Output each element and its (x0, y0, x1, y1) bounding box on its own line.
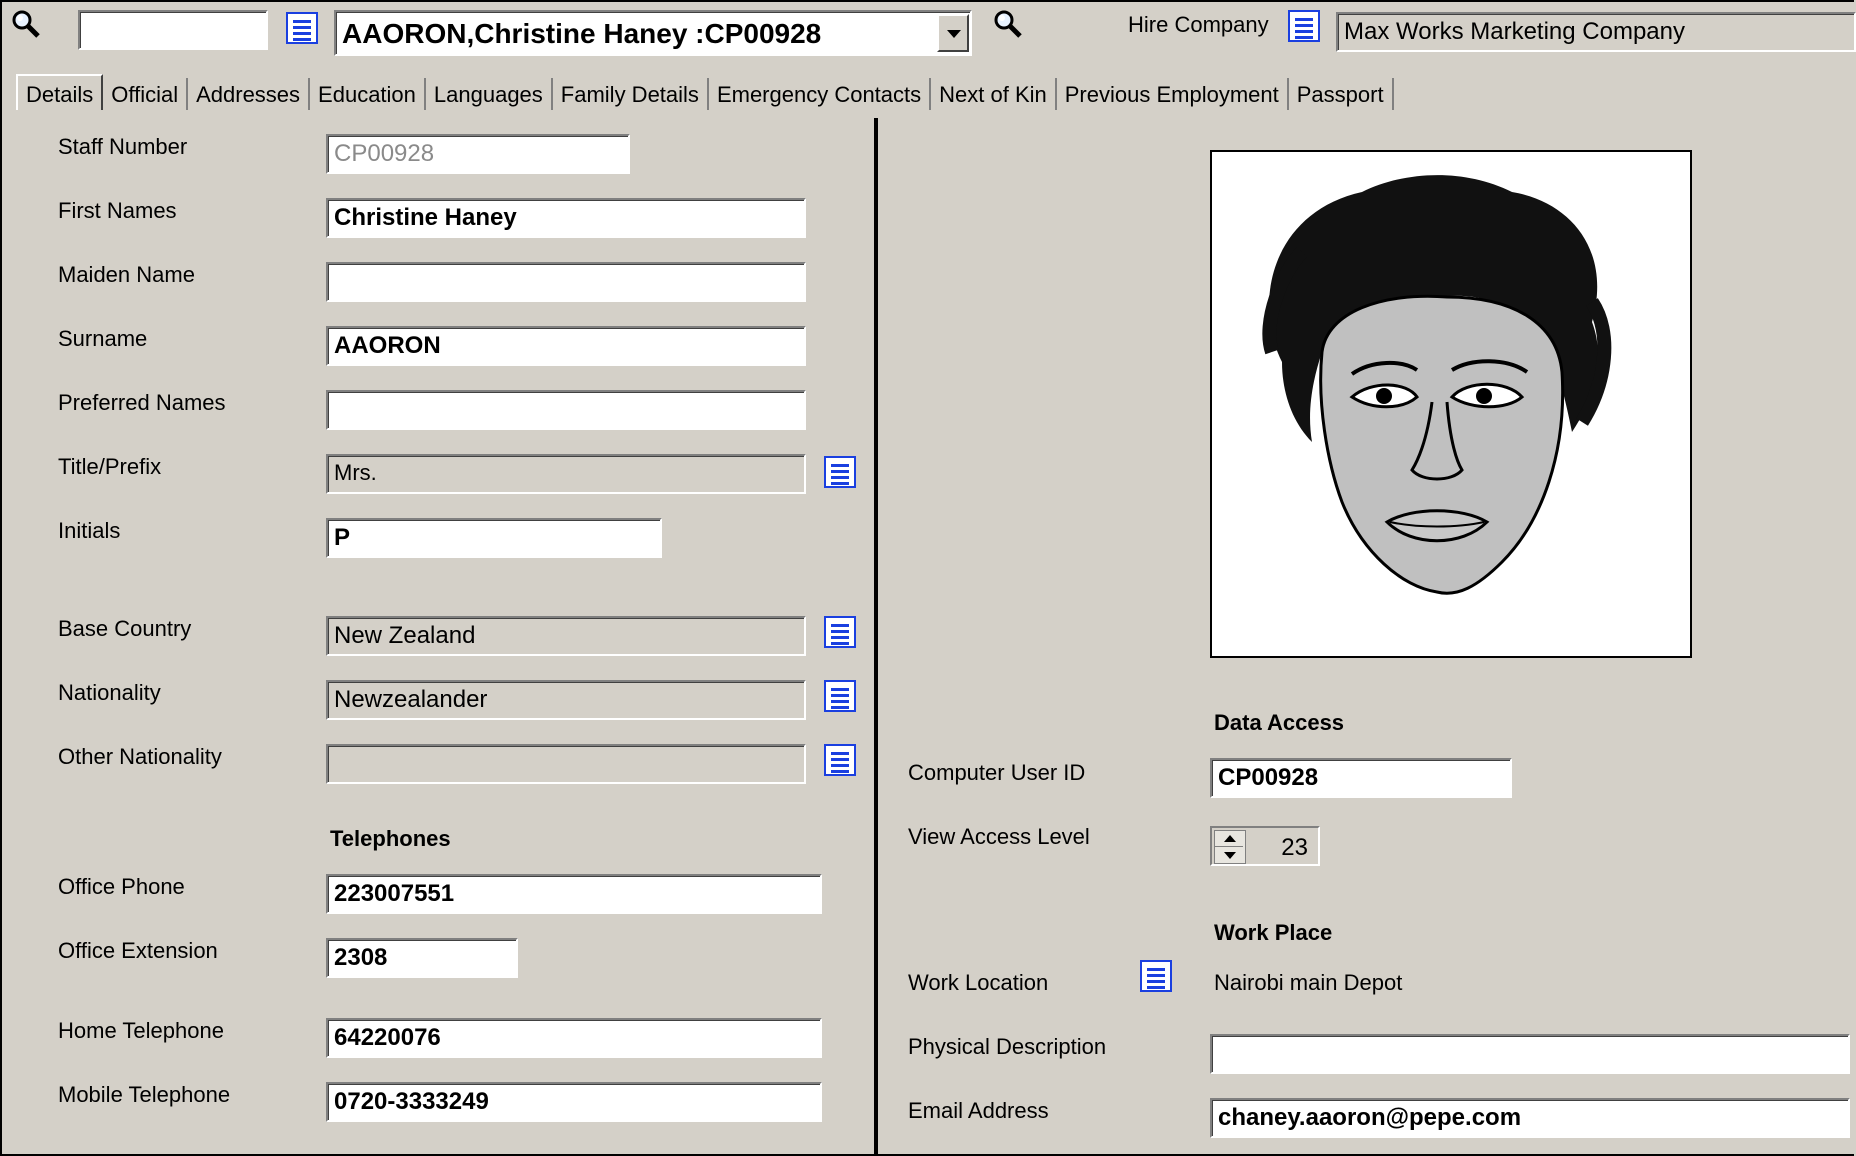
employee-photo[interactable] (1210, 150, 1692, 658)
maiden-name-label: Maiden Name (58, 262, 195, 287)
list-lookup-icon[interactable] (824, 456, 856, 488)
view-access-level-spinner[interactable]: 23 (1210, 826, 1320, 866)
email-address-label: Email Address (908, 1098, 1049, 1123)
computer-user-id-label: Computer User ID (908, 760, 1086, 785)
nationality-label: Nationality (58, 680, 161, 705)
tab-bar: Details Official Addresses Education Lan… (16, 74, 1394, 114)
work-location-label: Work Location (908, 970, 1049, 995)
base-country-field[interactable]: New Zealand (326, 616, 806, 656)
physical-description-field[interactable] (1210, 1034, 1850, 1074)
office-phone-label: Office Phone (58, 874, 185, 899)
office-phone-field[interactable]: 223007551 (326, 874, 822, 914)
surname-label: Surname (58, 326, 148, 351)
nationality-field[interactable]: Newzealander (326, 680, 806, 720)
spin-down-icon[interactable] (1224, 852, 1236, 859)
maiden-name-field[interactable] (326, 262, 806, 302)
search-icon[interactable] (10, 8, 42, 40)
first-names-field[interactable]: Christine Haney (326, 198, 806, 238)
tab-details[interactable]: Details (16, 74, 104, 110)
list-lookup-icon[interactable] (824, 680, 856, 712)
tab-education[interactable]: Education (310, 78, 426, 110)
list-lookup-icon[interactable] (824, 616, 856, 648)
base-country-label: Base Country (58, 616, 192, 641)
staff-number-field: CP00928 (326, 134, 630, 174)
email-address-field[interactable]: chaney.aaoron@pepe.com (1210, 1098, 1850, 1138)
tab-emergency-contacts[interactable]: Emergency Contacts (709, 78, 932, 110)
work-place-heading: Work Place (1214, 920, 1333, 945)
physical-description-label: Physical Description (908, 1034, 1107, 1059)
list-lookup-icon[interactable] (286, 12, 318, 44)
mobile-telephone-label: Mobile Telephone (58, 1082, 231, 1107)
tab-family-details[interactable]: Family Details (553, 78, 709, 110)
other-nationality-field[interactable] (326, 744, 806, 784)
surname-field[interactable]: AAORON (326, 326, 806, 366)
chevron-down-icon (947, 30, 961, 38)
staff-number-label: Staff Number (58, 134, 188, 159)
tab-next-of-kin[interactable]: Next of Kin (931, 78, 1057, 110)
employee-dropdown-button[interactable] (937, 14, 969, 52)
hire-company-field[interactable]: Max Works Marketing Company (1336, 12, 1856, 52)
preferred-names-label: Preferred Names (58, 390, 226, 415)
initials-field[interactable]: P (326, 518, 662, 558)
first-names-label: First Names (58, 198, 177, 223)
quick-search-input[interactable] (78, 10, 268, 50)
face-sketch (1262, 175, 1612, 595)
work-location-value: Nairobi main Depot (1214, 970, 1403, 995)
title-prefix-label: Title/Prefix (58, 454, 162, 479)
tab-official[interactable]: Official (103, 78, 189, 110)
list-lookup-icon[interactable] (824, 744, 856, 776)
tab-passport[interactable]: Passport (1289, 78, 1394, 110)
title-prefix-field[interactable]: Mrs. (326, 454, 806, 494)
tab-previous-employment[interactable]: Previous Employment (1057, 78, 1289, 110)
tab-addresses[interactable]: Addresses (188, 78, 311, 110)
spin-up-icon[interactable] (1224, 835, 1236, 842)
other-nationality-label: Other Nationality (58, 744, 222, 769)
home-telephone-field[interactable]: 64220076 (326, 1018, 822, 1058)
office-extension-label: Office Extension (58, 938, 218, 963)
preferred-names-field[interactable] (326, 390, 806, 430)
initials-label: Initials (58, 518, 121, 543)
list-lookup-icon[interactable] (1140, 960, 1172, 992)
telephones-heading: Telephones (330, 826, 451, 851)
spinner-buttons[interactable] (1214, 830, 1246, 864)
hire-company-label: Hire Company (1128, 12, 1269, 37)
employee-selector[interactable]: AAORON,Christine Haney :CP00928 (334, 10, 972, 56)
tab-languages[interactable]: Languages (426, 78, 553, 110)
view-access-level-value: 23 (1281, 834, 1308, 861)
search-icon[interactable] (992, 8, 1024, 40)
list-lookup-icon[interactable] (1288, 10, 1320, 42)
home-telephone-label: Home Telephone (58, 1018, 224, 1043)
data-access-heading: Data Access (1214, 710, 1345, 735)
panel-divider (874, 118, 878, 1156)
office-extension-field[interactable]: 2308 (326, 938, 518, 978)
view-access-level-label: View Access Level (908, 824, 1090, 849)
computer-user-id-field[interactable]: CP00928 (1210, 758, 1512, 798)
mobile-telephone-field[interactable]: 0720-3333249 (326, 1082, 822, 1122)
